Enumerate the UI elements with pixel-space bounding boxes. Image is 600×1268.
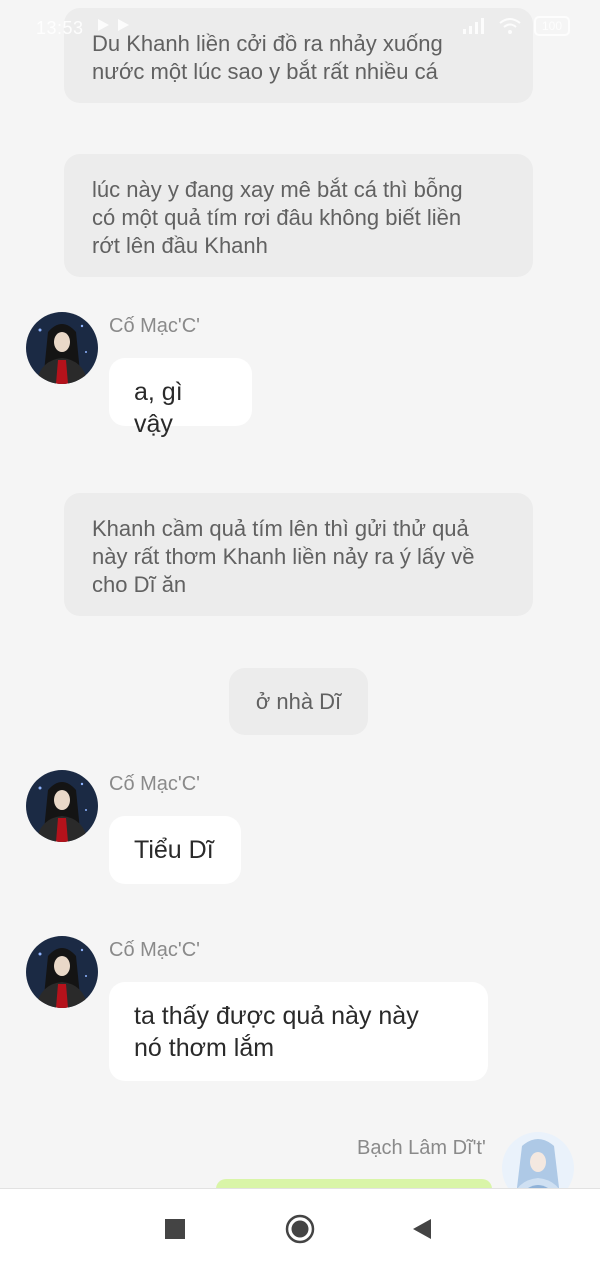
sender-name: Cố Mạc'C' xyxy=(109,939,200,961)
message-bubble[interactable]: Tiểu Dĩ xyxy=(109,816,241,884)
status-icons: 100 xyxy=(462,16,570,36)
avatar[interactable] xyxy=(26,770,98,842)
notification-icons xyxy=(96,18,130,32)
message-text: Tiểu Dĩ xyxy=(134,836,214,864)
back-triangle-icon xyxy=(413,1218,431,1239)
battery-icon: 100 xyxy=(533,16,570,36)
navigation-bar xyxy=(0,1188,600,1268)
status-time: 13:53 xyxy=(36,18,84,38)
message-text: nó thơm lắm xyxy=(134,1034,275,1062)
avatar[interactable] xyxy=(26,312,98,384)
signal-icon xyxy=(462,18,484,34)
stop-square-icon xyxy=(165,1218,185,1239)
status-bar: 13:53 100 xyxy=(0,0,600,60)
wifi-icon xyxy=(499,18,521,34)
narration-line: có một quả tím rơi đâu không biết liền xyxy=(92,205,462,230)
narration-line: lúc này y đang xay mê bắt cá thì bỗng xyxy=(92,177,463,202)
message-text: a, gì vậy xyxy=(134,378,183,438)
back-button[interactable] xyxy=(392,1189,452,1268)
message-bubble[interactable]: ta thấy được quả này này nó thơm lắm xyxy=(109,982,488,1081)
home-circle-icon xyxy=(285,1214,315,1243)
sender-name: Cố Mạc'C' xyxy=(109,315,200,337)
sender-name: Bạch Lâm Dĩ't' xyxy=(357,1137,486,1159)
sender-name: Cố Mạc'C' xyxy=(109,773,200,795)
narration-line: này rất thơm Khanh liền nảy ra ý lấy về xyxy=(92,544,475,569)
play-icon xyxy=(118,19,129,31)
narration-bubble: Khanh cầm quả tím lên thì gửi thử quả nà… xyxy=(64,493,533,616)
play-icon xyxy=(98,19,109,31)
narration-line: Khanh cầm quả tím lên thì gửi thử quả xyxy=(92,516,469,541)
narration-line: cho Dĩ ăn xyxy=(92,572,187,597)
message-bubble[interactable]: a, gì vậy xyxy=(109,358,252,438)
avatar[interactable] xyxy=(26,936,98,1008)
narration-line: nước một lúc sao y bắt rất nhiều cá xyxy=(92,59,438,84)
home-button[interactable] xyxy=(270,1189,330,1268)
narration-line: rớt lên đầu Khanh xyxy=(92,233,268,258)
recents-button[interactable] xyxy=(145,1189,205,1268)
narration-bubble: lúc này y đang xay mê bắt cá thì bỗng có… xyxy=(64,154,533,277)
message-text: ta thấy được quả này này xyxy=(134,1002,419,1030)
scene-label: ở nhà Dĩ xyxy=(229,668,368,735)
